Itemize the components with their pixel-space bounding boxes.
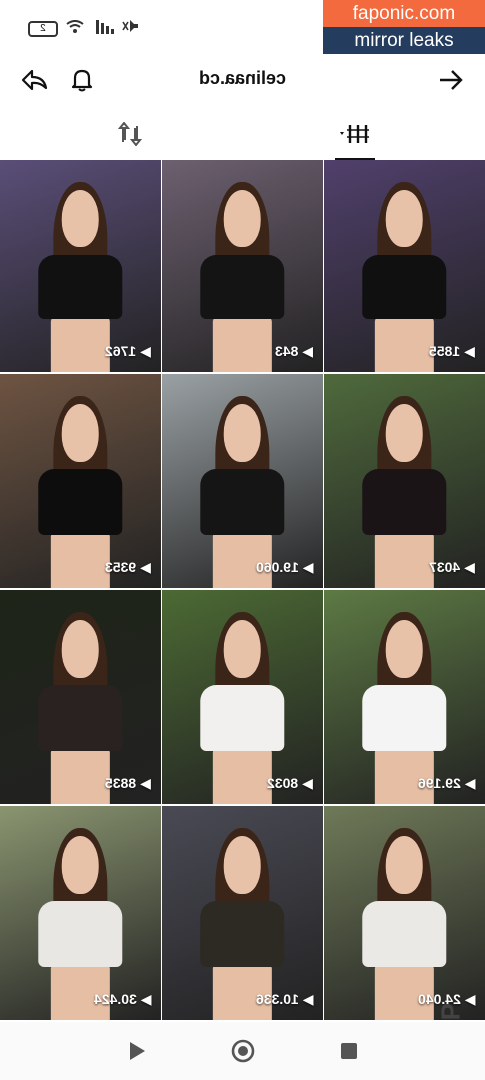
arrow-right-icon[interactable] bbox=[429, 58, 473, 102]
view-count: ▶ 30.424 bbox=[94, 991, 152, 1008]
view-count-value: 30.424 bbox=[93, 991, 137, 1007]
thumbnail-legs bbox=[213, 747, 272, 804]
view-count: ▶ 8835 bbox=[105, 775, 151, 792]
view-count-value: 8835 bbox=[105, 775, 137, 791]
thumbnail-top bbox=[38, 901, 123, 967]
play-count-icon: ▶ bbox=[464, 559, 475, 575]
view-count-value: 10.336 bbox=[255, 991, 299, 1007]
thumbnail-face bbox=[62, 835, 99, 894]
system-nav-bar bbox=[0, 1022, 485, 1080]
thumbnail-face bbox=[386, 403, 423, 462]
thumbnail-top bbox=[38, 685, 123, 751]
status-icons: 2 bbox=[28, 18, 140, 39]
profile-header: celinaa.cd bbox=[0, 58, 485, 102]
play-count-icon: ▶ bbox=[140, 559, 151, 575]
thumbnail-top bbox=[38, 469, 123, 535]
thumbnail-top bbox=[362, 685, 447, 751]
video-grid: ▶ 1762 ▶ 843 ▶ 1855 ▶ 9353 ▶ 19.060 ▶ 4037 ▶ 8… bbox=[0, 160, 485, 1020]
view-count: ▶ 1762 bbox=[105, 343, 151, 360]
video-tile[interactable]: ▶ 9353 bbox=[0, 374, 161, 588]
view-count: ▶ 10.336 bbox=[256, 991, 314, 1008]
videos-tab[interactable] bbox=[325, 112, 385, 160]
signal-icon bbox=[92, 19, 114, 39]
thumbnail-face bbox=[224, 403, 261, 462]
video-tile[interactable]: ▶ 4037 bbox=[324, 374, 485, 588]
play-count-icon: ▶ bbox=[302, 343, 313, 359]
repost-icon bbox=[117, 120, 143, 151]
stop-square-icon[interactable] bbox=[334, 1036, 364, 1066]
thumbnail-legs bbox=[51, 531, 110, 588]
view-count-value: 19.060 bbox=[255, 559, 299, 575]
video-tile[interactable]: ▶ 843 bbox=[162, 160, 323, 372]
thumbnail-legs bbox=[51, 315, 110, 372]
video-tile[interactable]: ▶ 24.040 bbox=[324, 806, 485, 1020]
view-count: ▶ 4037 bbox=[429, 559, 475, 576]
play-count-icon: ▶ bbox=[140, 991, 151, 1007]
video-tile[interactable]: ▶ 8032 bbox=[162, 590, 323, 804]
video-tile[interactable]: ▶ 8835 bbox=[0, 590, 161, 804]
battery-icon: 2 bbox=[28, 20, 58, 37]
grid-bars-icon bbox=[338, 122, 372, 151]
thumbnail-face bbox=[224, 189, 261, 247]
play-count-icon: ▶ bbox=[302, 991, 313, 1007]
thumbnail-face bbox=[224, 619, 261, 678]
video-tile[interactable]: ▶ 29.196 bbox=[324, 590, 485, 804]
thumbnail-legs bbox=[51, 747, 110, 804]
play-count-icon: ▶ bbox=[464, 775, 475, 791]
thumbnail-top bbox=[200, 254, 285, 320]
view-count-value: 29.196 bbox=[417, 775, 461, 791]
thumbnail-top bbox=[200, 901, 285, 967]
thumbnail-legs bbox=[375, 531, 434, 588]
watermark-line1: faponic.com bbox=[323, 0, 485, 27]
thumbnail-top bbox=[38, 254, 123, 320]
play-count-icon: ▶ bbox=[302, 775, 313, 791]
thumbnail-face bbox=[62, 403, 99, 462]
profile-username: celinaa.cd bbox=[198, 68, 287, 88]
watermark-banner: faponic.com mirror leaks bbox=[323, 0, 485, 54]
thumbnail-face bbox=[62, 619, 99, 678]
thumbnail-face bbox=[386, 619, 423, 678]
view-count-value: 1762 bbox=[105, 343, 137, 359]
thumbnail-face bbox=[224, 835, 261, 894]
thumbnail-top bbox=[362, 901, 447, 967]
video-tile[interactable]: ▶ 10.336 bbox=[162, 806, 323, 1020]
thumbnail-top bbox=[200, 685, 285, 751]
repost-tab[interactable] bbox=[100, 112, 160, 160]
thumbnail-legs bbox=[375, 315, 434, 372]
video-tile[interactable]: ▶ 1762 bbox=[0, 160, 161, 372]
thumbnail-face bbox=[386, 189, 423, 247]
thumbnail-top bbox=[200, 469, 285, 535]
view-count-value: 8032 bbox=[267, 775, 299, 791]
view-count-value: 4037 bbox=[429, 559, 461, 575]
play-count-icon: ▶ bbox=[464, 343, 475, 359]
video-tile[interactable]: ▶ 19.060 bbox=[162, 374, 323, 588]
view-count: ▶ 1855 bbox=[429, 343, 475, 360]
view-count-value: 9353 bbox=[105, 559, 137, 575]
home-circle-icon[interactable] bbox=[228, 1036, 258, 1066]
thumbnail-face bbox=[62, 189, 99, 247]
view-count-value: 843 bbox=[274, 343, 299, 359]
view-count: ▶ 29.196 bbox=[418, 775, 476, 792]
mute-icon bbox=[122, 18, 140, 39]
view-count: ▶ 8032 bbox=[267, 775, 313, 792]
thumbnail-legs bbox=[213, 315, 272, 372]
thumbnail-top bbox=[362, 469, 447, 535]
watermark-line2: mirror leaks bbox=[323, 27, 485, 54]
thumbnail-top bbox=[362, 254, 447, 320]
view-count: ▶ 843 bbox=[275, 343, 313, 360]
wifi-icon bbox=[66, 19, 84, 39]
play-count-icon: ▶ bbox=[140, 775, 151, 791]
video-thumbnail bbox=[200, 182, 285, 372]
play-icon[interactable] bbox=[122, 1036, 152, 1066]
profile-tabs bbox=[0, 112, 485, 160]
thumbnail-face bbox=[386, 835, 423, 894]
view-count-value: 1855 bbox=[429, 343, 461, 359]
view-count: ▶ 19.060 bbox=[256, 559, 314, 576]
video-tile[interactable]: ▶ 1855 bbox=[324, 160, 485, 372]
play-count-icon: ▶ bbox=[140, 343, 151, 359]
view-count: ▶ 9353 bbox=[105, 559, 151, 576]
play-count-icon: ▶ bbox=[302, 559, 313, 575]
video-tile[interactable]: ▶ 30.424 bbox=[0, 806, 161, 1020]
